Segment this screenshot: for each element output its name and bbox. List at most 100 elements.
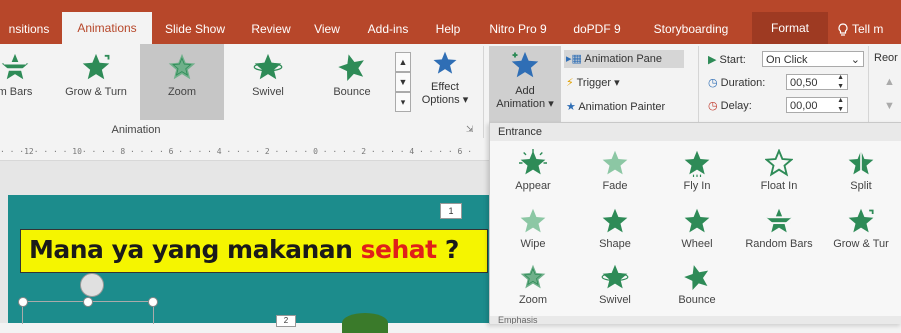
start-select-value: On Click [766,54,808,66]
tab-format[interactable]: Format [752,12,828,44]
tab-review[interactable]: Review [243,14,299,44]
tell-me-search[interactable]: Tell m [852,14,901,44]
entrance-item-bounce[interactable]: Bounce [656,263,738,306]
entrance-item-label: Shape [599,238,631,250]
entrance-item-grow-turn[interactable]: Grow & Tur [820,207,901,250]
resize-handle[interactable] [83,297,93,307]
slide-canvas: 1 Mana ya yang makanan sehat ? 2 [0,161,492,333]
gallery-item-bounce[interactable]: Bounce [312,44,392,120]
random-bars-star-icon [765,207,793,235]
tab-view[interactable]: View [305,14,349,44]
swivel-star-icon [601,263,629,291]
ribbon-tab-bar: nsitions Animations Slide Show Review Vi… [0,0,901,44]
start-label: ▶ Start: [708,54,746,66]
horizontal-ruler: · · ·12· · · · 10· · · · 8 · · · · 6 · ·… [0,144,490,161]
entrance-item-label: Random Bars [745,238,813,250]
duration-value: 00,50 [790,77,818,89]
chevron-up-icon[interactable]: ▲ [395,52,411,72]
entrance-item-label: Wheel [681,238,713,250]
entrance-item-label: Fly In [683,180,711,192]
entrance-item-float-in[interactable]: Float In [738,149,820,192]
lightning-icon: ⚡ [566,77,574,89]
entrance-item-fly-in[interactable]: Fly In [656,149,738,192]
tab-transitions[interactable]: nsitions [0,14,58,44]
group-label-animation: Animation [111,124,161,136]
gallery-item-swivel[interactable]: Swivel [228,44,308,120]
gallery-item-random-bars[interactable]: m Bars [0,44,52,120]
play-icon: ▶ [708,54,717,66]
bounce-star-icon [337,52,367,82]
delay-value: 00,00 [790,100,818,112]
split-star-icon [847,149,875,177]
add-animation-label-2: Animation ▾ [496,98,554,110]
resize-handle[interactable] [18,297,28,307]
animation-painter-label: Animation Painter [578,101,666,113]
animation-order-badge[interactable]: 1 [440,203,462,219]
duration-label: ◷ Duration: [708,77,766,89]
effect-options-button[interactable]: Effect Options ▾ [416,50,474,120]
tab-storyboarding[interactable]: Storyboarding [641,14,741,44]
animation-pane-icon: ▸▦ [566,53,582,65]
entrance-item-label: Split [850,180,872,192]
animation-pane-button[interactable]: ▸▦ Animation Pane [564,50,684,68]
gallery-item-zoom[interactable]: Zoom [140,44,224,120]
float-in-star-icon [765,149,793,177]
spinner-icon[interactable]: ▲ ▼ [837,73,844,91]
entrance-item-wipe[interactable]: Wipe [492,207,574,250]
start-select[interactable]: On Click ⌄ [762,51,864,67]
entrance-item-appear[interactable]: Appear [492,149,574,192]
dialog-launcher-icon[interactable]: ⇲ [466,124,474,135]
tab-dopdf[interactable]: doPDF 9 [565,14,629,44]
tab-slide-show[interactable]: Slide Show [155,14,235,44]
entrance-item-swivel[interactable]: Swivel [574,263,656,306]
trigger-button[interactable]: ⚡ Trigger ▾ [566,74,620,92]
grow-turn-star-icon [81,52,110,82]
chevron-down-icon[interactable]: ▼ [395,72,411,92]
animation-painter-button[interactable]: ★ Animation Painter [566,98,665,116]
entrance-item-zoom[interactable]: Zoom [492,263,574,306]
painter-brush-icon: ★ [566,101,576,113]
delay-clock-icon: ◷ [708,100,718,112]
entrance-item-wheel[interactable]: Wheel [656,207,738,250]
add-animation-label: Add [515,85,535,97]
delay-label: ◷ Delay: [708,100,752,112]
entrance-item-split[interactable]: Split [820,149,901,192]
wipe-star-icon [519,207,547,235]
move-earlier-icon[interactable]: ▲ [884,76,895,88]
gallery-item-label: Zoom [167,86,197,98]
tab-add-ins[interactable]: Add-ins [356,14,420,44]
animation-order-badge[interactable]: 2 [276,315,296,327]
bounce-star-icon [683,263,711,291]
grow-turn-star-icon [847,207,874,235]
delay-field[interactable]: 00,00 ▲ ▼ [786,97,848,113]
gallery-item-label: m Bars [0,86,33,98]
tab-help[interactable]: Help [428,14,468,44]
add-animation-star-icon [510,50,540,80]
fade-star-icon [601,149,629,177]
appear-star-icon [519,149,547,177]
entrance-item-fade[interactable]: Fade [574,149,656,192]
entrance-heading: Entrance [490,123,901,141]
animation-pane-label: Animation Pane [584,53,663,65]
gallery-scrollbar[interactable]: ▲ ▼ ▾ [395,52,411,112]
zoom-star-icon [519,263,547,291]
tab-nitro-pro[interactable]: Nitro Pro 9 [478,14,558,44]
duration-field[interactable]: 00,50 ▲ ▼ [786,74,848,90]
entrance-item-label: Wipe [520,238,546,250]
add-animation-button[interactable]: Add Animation ▾ [489,46,561,122]
effect-options-label-2: Options ▾ [421,94,469,106]
resize-handle[interactable] [148,297,158,307]
spinner-icon[interactable]: ▲ ▼ [837,96,844,114]
more-icon[interactable]: ▾ [395,92,411,112]
entrance-item-shape[interactable]: Shape [574,207,656,250]
rotate-handle-icon[interactable] [80,273,104,297]
chevron-down-icon[interactable]: ⌄ [851,52,860,68]
slide-title-box[interactable]: Mana ya yang makanan sehat ? [20,229,488,273]
entrance-item-random-bars[interactable]: Random Bars [738,207,820,250]
gallery-item-grow-turn[interactable]: Grow & Turn [56,44,136,120]
lightbulb-icon[interactable] [836,14,850,44]
move-later-icon[interactable]: ▼ [884,100,895,112]
gallery-item-label: Swivel [252,86,284,98]
slide-title: Mana ya yang makanan sehat ? [29,235,459,264]
tab-animations[interactable]: Animations [62,12,152,44]
